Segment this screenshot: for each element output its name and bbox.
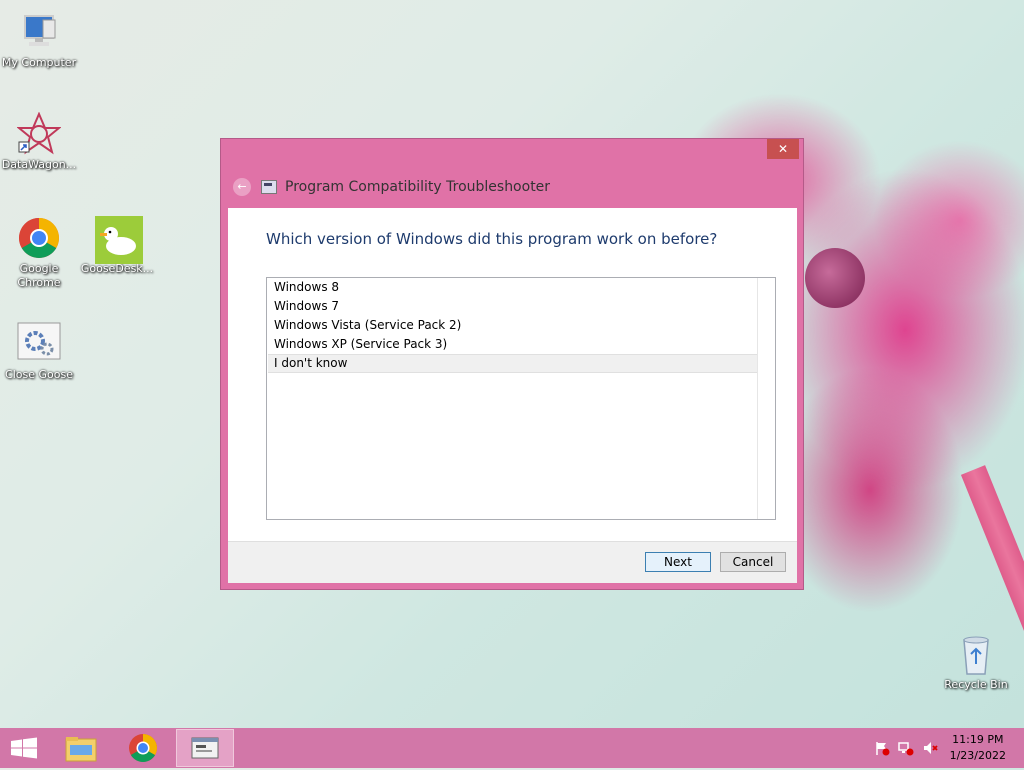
datawagon-icon (16, 111, 62, 156)
goose-icon (95, 216, 143, 264)
list-item-windows-8[interactable]: Windows 8 (268, 278, 760, 297)
list-item-windows-xp[interactable]: Windows XP (Service Pack 3) (268, 335, 760, 354)
taskbar: 11:19 PM 1/23/2022 (0, 728, 1024, 768)
desktop-icon-my-computer[interactable]: My Computer (0, 10, 81, 70)
desktop-icon-recycle-bin[interactable]: Recycle Bin (934, 632, 1018, 692)
list-item-windows-7[interactable]: Windows 7 (268, 297, 760, 316)
desktop-icon-label: My Computer (1, 56, 77, 69)
taskbar-chrome[interactable] (114, 729, 172, 767)
next-button[interactable]: Next (645, 552, 711, 572)
close-button[interactable]: ✕ (767, 139, 799, 159)
list-item-windows-vista[interactable]: Windows Vista (Service Pack 2) (268, 316, 760, 335)
desktop-icon-goosedesktop[interactable]: GooseDesk... (75, 216, 159, 276)
back-arrow-icon[interactable]: ← (233, 178, 251, 196)
desktop-icon-datawagon[interactable]: DataWagon... (0, 111, 81, 172)
desktop-icon-label: GooseDesk... (80, 262, 154, 275)
recycle-bin-icon (954, 632, 998, 676)
dialog-footer: Next Cancel (228, 541, 797, 583)
list-item-i-dont-know[interactable]: I don't know (268, 354, 760, 373)
dialog-content: Which version of Windows did this progra… (228, 208, 797, 583)
gear-settings-icon (17, 322, 61, 366)
taskbar-clock[interactable]: 11:19 PM 1/23/2022 (950, 732, 1006, 764)
desktop-icon-label: Recycle Bin (944, 678, 1008, 691)
clock-date: 1/23/2022 (949, 749, 1006, 762)
dialog-title: Program Compatibility Troubleshooter (285, 179, 551, 195)
troubleshooter-dialog: ✕ ← Program Compatibility Troubleshooter… (220, 138, 804, 590)
desktop-icon-label: DataWagon... (1, 158, 77, 171)
dialog-titlebar: ← Program Compatibility Troubleshooter (233, 177, 550, 197)
wallpaper-flower-stem (960, 465, 1024, 735)
clock-time: 11:19 PM (952, 733, 1004, 746)
start-icon (11, 737, 37, 759)
cancel-button[interactable]: Cancel (720, 552, 786, 572)
desktop-icon-close-goose[interactable]: Close Goose (0, 322, 81, 382)
computer-icon (17, 10, 61, 54)
question-heading: Which version of Windows did this progra… (266, 230, 718, 248)
taskbar-file-explorer[interactable] (52, 729, 110, 767)
network-icon[interactable] (898, 740, 914, 756)
chrome-icon (129, 734, 157, 762)
list-scrollbar[interactable] (757, 278, 775, 519)
taskbar-troubleshooter[interactable] (176, 729, 234, 767)
desktop-icon-label: Google Chrome (17, 262, 61, 289)
desktop-icon-label: Close Goose (5, 368, 73, 381)
wallpaper-flower-center (805, 248, 865, 308)
action-center-flag-icon[interactable] (874, 740, 890, 756)
troubleshooter-icon (191, 737, 219, 759)
windows-version-list[interactable]: Windows 8 Windows 7 Windows Vista (Servi… (266, 277, 776, 520)
volume-muted-icon[interactable] (922, 740, 938, 756)
troubleshooter-icon (261, 180, 277, 194)
start-button[interactable] (0, 729, 58, 767)
desktop-icon-google-chrome[interactable]: Google Chrome (0, 216, 81, 290)
file-explorer-icon (65, 737, 97, 762)
chrome-icon (17, 216, 61, 260)
